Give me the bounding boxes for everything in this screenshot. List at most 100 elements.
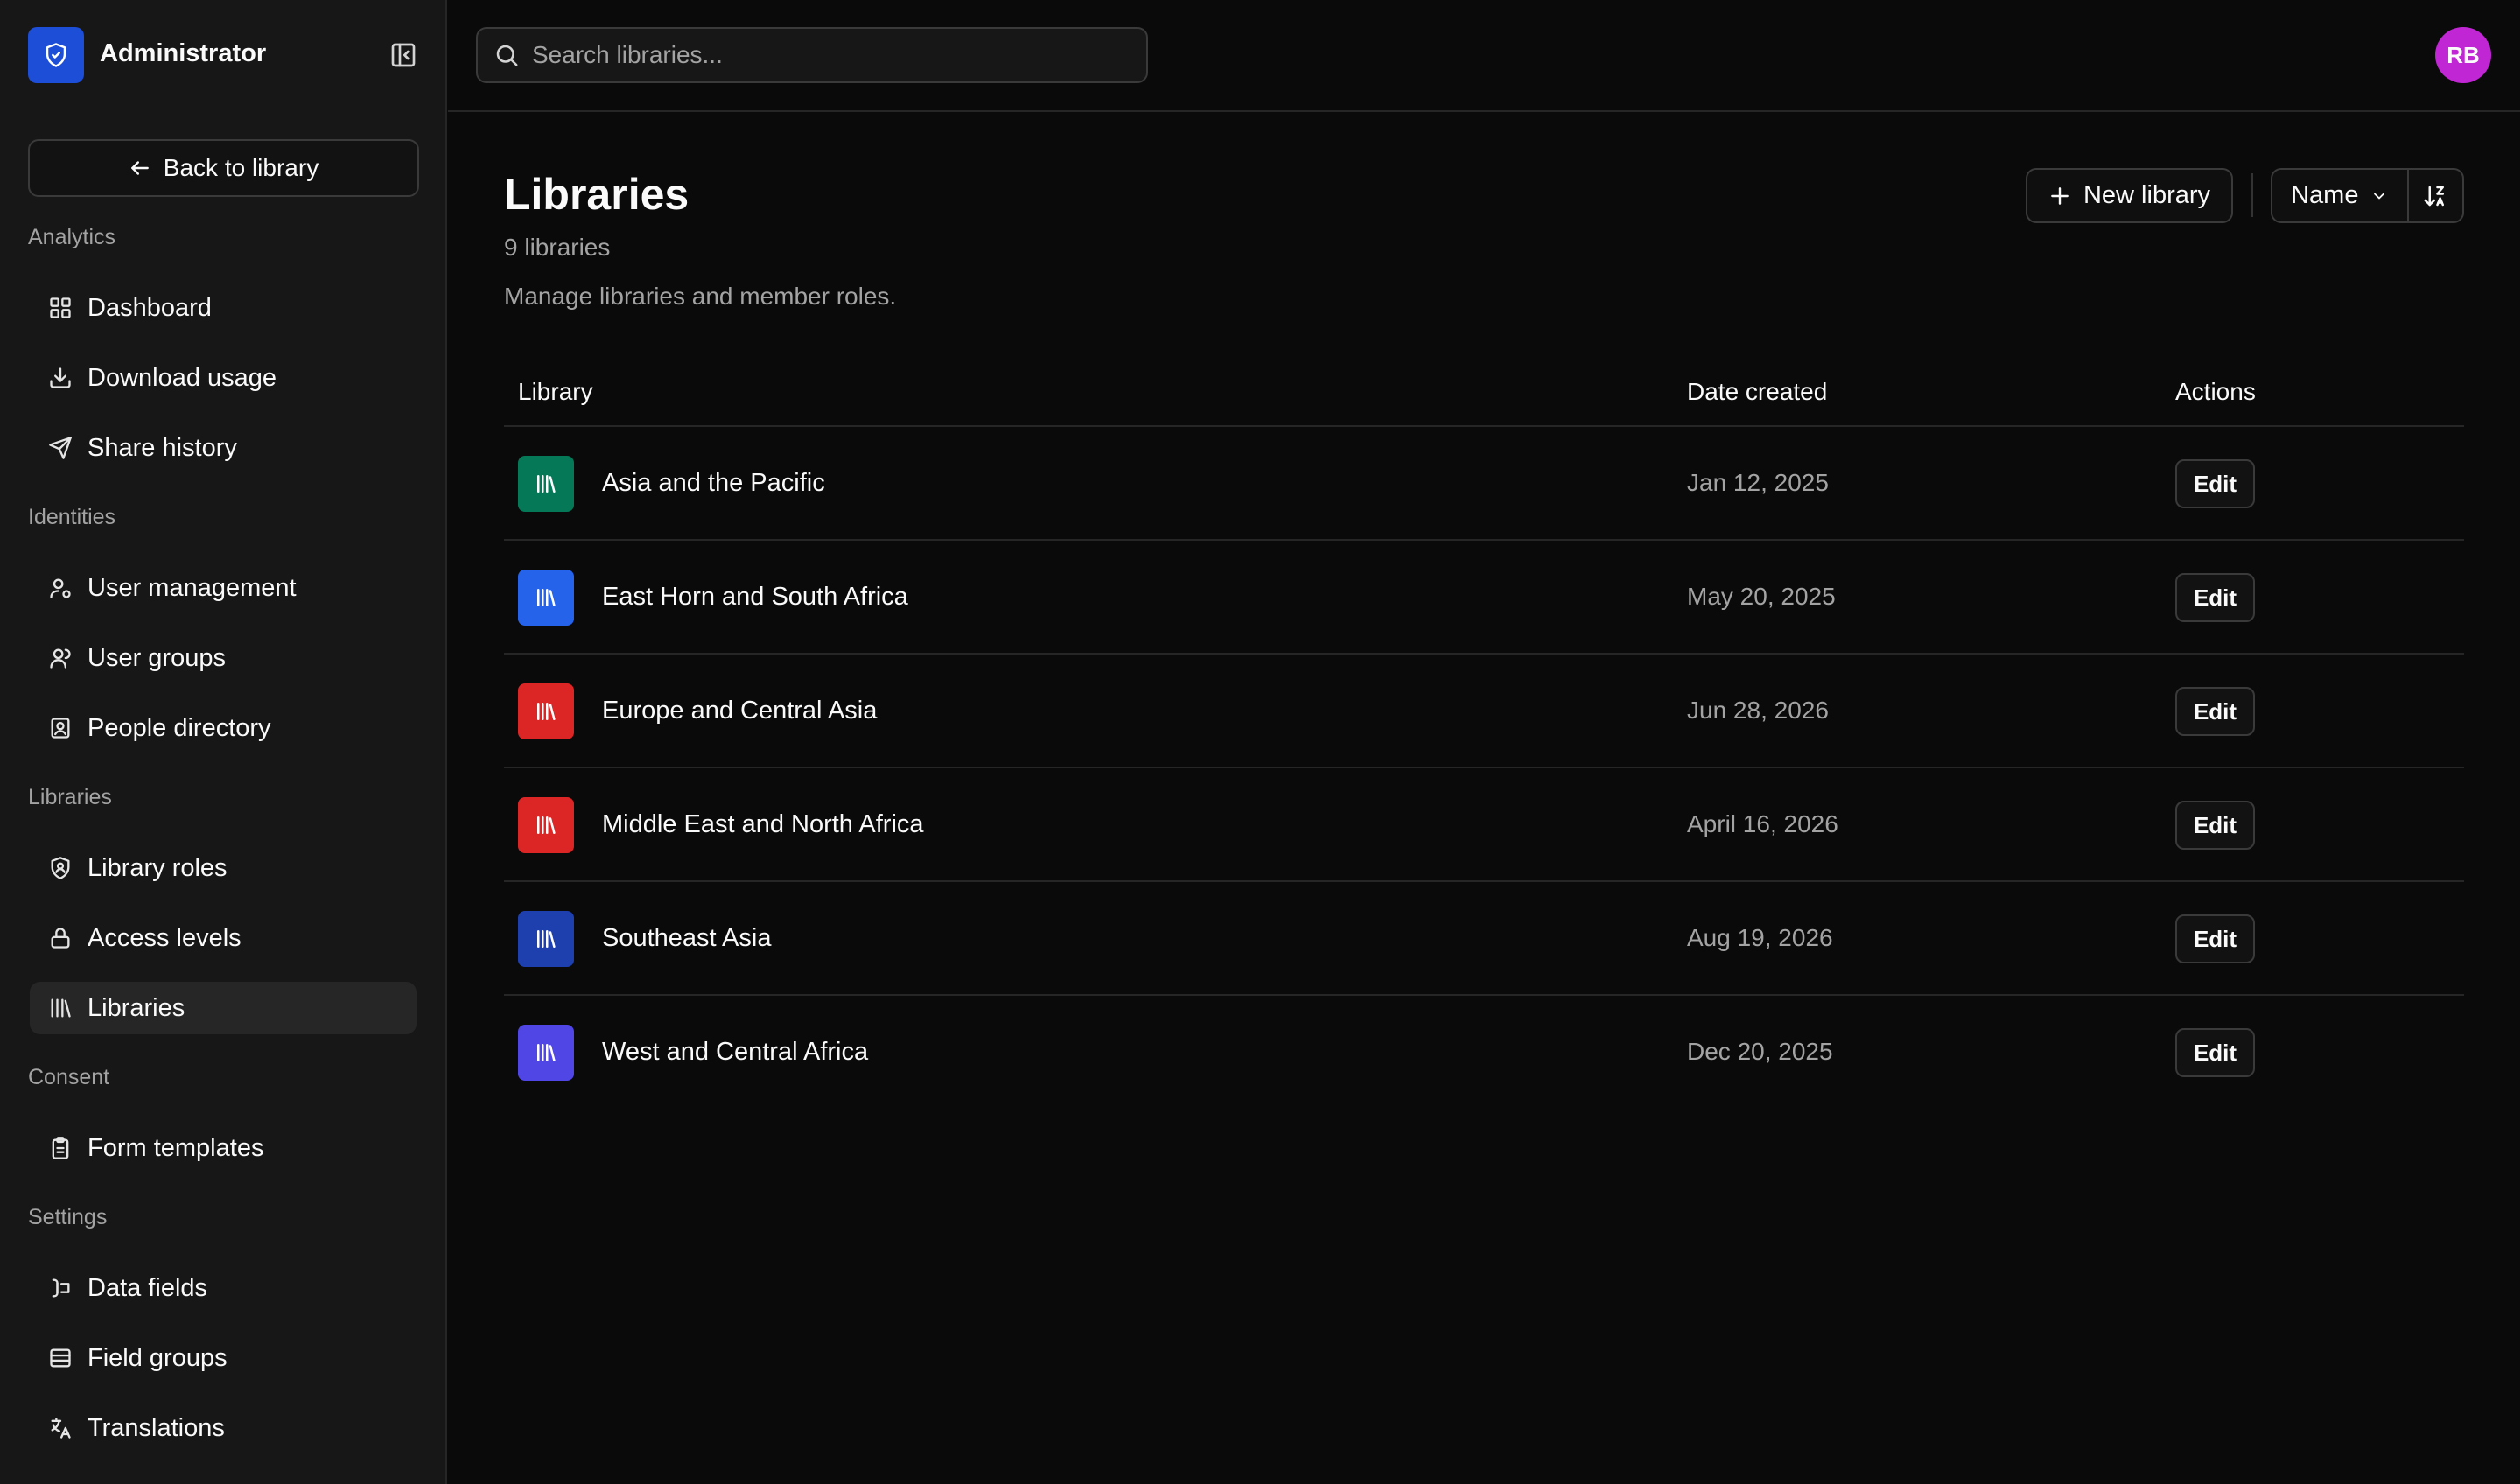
edit-button[interactable]: Edit	[2175, 459, 2255, 508]
column-date-created[interactable]: Date created	[1687, 378, 1827, 406]
sidebar-item-download-usage[interactable]: Download usage	[30, 352, 416, 404]
sidebar-item-dashboard[interactable]: Dashboard	[30, 282, 416, 334]
sort-direction-button[interactable]	[2409, 170, 2462, 221]
sidebar-item-label: Libraries	[88, 993, 186, 1022]
library-name[interactable]: Europe and Central Asia	[602, 696, 877, 725]
languages-icon	[47, 1415, 74, 1441]
new-library-label: New library	[2082, 181, 2211, 209]
sidebar-item-access-levels[interactable]: Access levels	[30, 912, 416, 964]
column-actions: Actions	[2175, 378, 2256, 405]
library-icon	[47, 995, 74, 1021]
library-icon	[518, 456, 574, 512]
sidebar-item-data-fields[interactable]: Data fields	[30, 1262, 416, 1314]
library-icon	[518, 1025, 574, 1081]
sidebar-toggle-icon[interactable]	[388, 39, 419, 71]
sidebar-item-label: Translations	[88, 1413, 225, 1442]
search-icon	[494, 42, 520, 68]
library-date-created: Dec 20, 2025	[1687, 1038, 1833, 1065]
avatar[interactable]: RB	[2435, 27, 2491, 83]
library-date-created: April 16, 2026	[1687, 810, 1838, 837]
section-settings: Settings	[28, 1205, 108, 1229]
topbar: RB	[448, 0, 2520, 112]
edit-button[interactable]: Edit	[2175, 801, 2255, 850]
library-date-created: Aug 19, 2026	[1687, 924, 1833, 951]
sidebar-item-share-history[interactable]: Share history	[30, 422, 416, 474]
sidebar: Administrator Back to library Analytics …	[0, 0, 447, 1484]
library-icon	[518, 797, 574, 853]
text-cursor-input-icon	[47, 1275, 74, 1301]
sort-controls: Name	[2271, 168, 2464, 223]
sidebar-item-field-groups[interactable]: Field groups	[30, 1332, 416, 1384]
library-date-created: Jun 28, 2026	[1687, 696, 1829, 724]
page-description: Manage libraries and member roles.	[504, 283, 897, 310]
sidebar-item-libraries[interactable]: Libraries	[30, 982, 416, 1034]
sort-select[interactable]: Name	[2272, 170, 2409, 221]
sidebar-item-label: User management	[88, 573, 297, 602]
table-row[interactable]: Europe and Central Asia Jun 28, 2026 Edi…	[504, 654, 2464, 768]
send-icon	[47, 435, 74, 461]
new-library-button[interactable]: New library	[2026, 168, 2233, 223]
edit-button[interactable]: Edit	[2175, 687, 2255, 736]
library-date-created: Jan 12, 2025	[1687, 469, 1829, 496]
sidebar-item-label: Data fields	[88, 1273, 208, 1302]
library-name[interactable]: Asia and the Pacific	[602, 469, 825, 498]
library-name[interactable]: West and Central Africa	[602, 1038, 868, 1067]
libraries-table: Library Date created Actions Asia and th…	[504, 366, 2464, 1110]
table-row[interactable]: Southeast Asia Aug 19, 2026 Edit	[504, 882, 2464, 996]
sidebar-item-label: Library roles	[88, 853, 228, 882]
lock-icon	[47, 925, 74, 951]
table-row[interactable]: Asia and the Pacific Jan 12, 2025 Edit	[504, 427, 2464, 541]
sidebar-item-people-directory[interactable]: People directory	[30, 702, 416, 754]
sidebar-item-user-groups[interactable]: User groups	[30, 632, 416, 684]
table-row[interactable]: Middle East and North Africa April 16, 2…	[504, 768, 2464, 882]
sidebar-item-form-templates[interactable]: Form templates	[30, 1122, 416, 1174]
search-box[interactable]	[476, 27, 1148, 83]
shield-icon	[28, 27, 84, 83]
sidebar-item-label: People directory	[88, 713, 271, 742]
rows-icon	[47, 1345, 74, 1371]
edit-button[interactable]: Edit	[2175, 1028, 2255, 1077]
sort-label: Name	[2291, 181, 2359, 209]
sidebar-item-label: Form templates	[88, 1133, 264, 1162]
chevron-down-icon	[2370, 187, 2388, 205]
sidebar-item-label: Access levels	[88, 923, 242, 952]
divider	[2251, 173, 2253, 217]
sidebar-item-label: User groups	[88, 643, 226, 672]
column-library[interactable]: Library	[518, 378, 593, 406]
library-icon	[518, 683, 574, 739]
table-header: Library Date created Actions	[504, 366, 2464, 427]
download-icon	[47, 365, 74, 391]
section-identities: Identities	[28, 505, 116, 529]
sidebar-item-label: Field groups	[88, 1343, 228, 1372]
arrow-left-icon	[129, 157, 151, 179]
back-button-label: Back to library	[163, 154, 319, 181]
edit-button[interactable]: Edit	[2175, 914, 2255, 963]
library-name[interactable]: Southeast Asia	[602, 924, 771, 953]
grid-icon	[47, 295, 74, 321]
section-consent: Consent	[28, 1065, 110, 1089]
sidebar-item-label: Dashboard	[88, 293, 212, 322]
brand-name: Administrator	[100, 39, 267, 67]
sidebar-item-library-roles[interactable]: Library roles	[30, 842, 416, 894]
sort-ascending-icon	[2422, 183, 2448, 209]
users-icon	[47, 645, 74, 671]
plus-icon	[2048, 185, 2071, 207]
table-row[interactable]: East Horn and South Africa May 20, 2025 …	[504, 541, 2464, 654]
library-date-created: May 20, 2025	[1687, 583, 1836, 610]
library-name[interactable]: Middle East and North Africa	[602, 810, 924, 839]
library-icon	[518, 570, 574, 626]
contact-icon	[47, 715, 74, 741]
library-name[interactable]: East Horn and South Africa	[602, 583, 908, 612]
table-row[interactable]: West and Central Africa Dec 20, 2025 Edi…	[504, 996, 2464, 1110]
section-libraries: Libraries	[28, 785, 112, 809]
brand[interactable]: Administrator	[28, 27, 266, 83]
sidebar-item-translations[interactable]: Translations	[30, 1402, 416, 1454]
search-input[interactable]	[532, 41, 1127, 69]
back-to-library-button[interactable]: Back to library	[28, 139, 419, 197]
edit-button[interactable]: Edit	[2175, 573, 2255, 622]
clipboard-icon	[47, 1135, 74, 1161]
library-count: 9 libraries	[504, 234, 611, 261]
library-icon	[518, 911, 574, 967]
section-analytics: Analytics	[28, 225, 116, 249]
sidebar-item-user-management[interactable]: User management	[30, 562, 416, 614]
